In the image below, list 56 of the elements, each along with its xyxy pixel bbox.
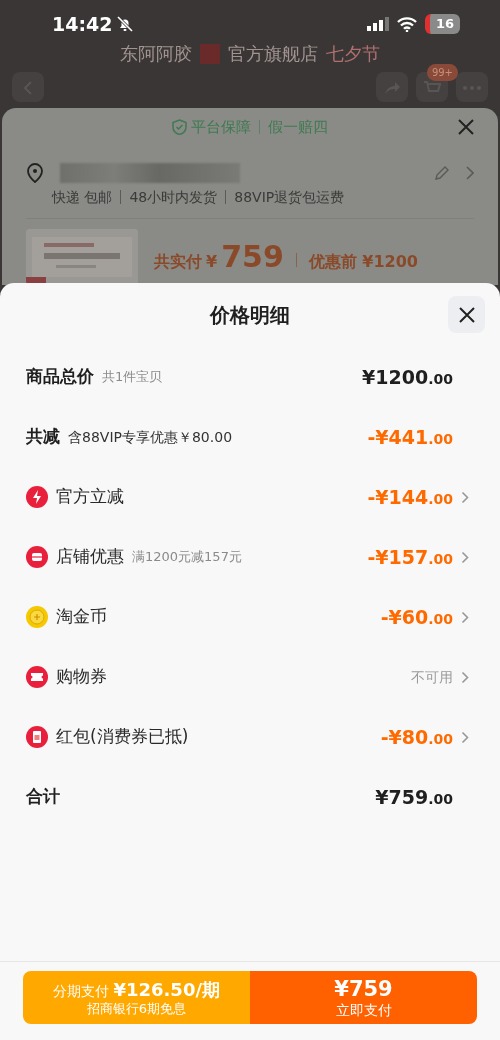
count-badge: 99+ (426, 64, 458, 81)
seal-icon (200, 43, 220, 64)
sheet-title: 价格明细 (210, 302, 290, 329)
price-amount: ¥759.00 (375, 784, 453, 810)
installment-button[interactable]: 分期支付 ¥126.50/期 招商银行6期免息 (23, 971, 250, 1024)
more-button[interactable] (456, 72, 488, 102)
coin-icon (26, 606, 48, 628)
row-label: 共减 (26, 425, 60, 449)
paid-label: 共实付 (154, 251, 202, 273)
close-button[interactable] (448, 296, 485, 333)
status-text: 不可用 (411, 667, 453, 687)
shipping-tag: 88VIP退货包运费 (234, 186, 345, 208)
price-amount: -¥80.00 (380, 724, 453, 750)
shop-icon (26, 546, 48, 568)
guarantee-note: 假一赔四 (268, 117, 328, 138)
close-icon (458, 119, 474, 136)
location-pin-icon (26, 162, 44, 183)
row-label: 店铺优惠 (56, 545, 124, 569)
share-button[interactable] (376, 72, 408, 102)
row-label: 合计 (26, 785, 60, 809)
envelope-icon (26, 726, 48, 748)
row-note: 满1200元减157元 (132, 548, 242, 567)
shipping-tag: 快递 包邮 (52, 186, 113, 208)
row-note: 含88VIP专享优惠￥80.00 (68, 427, 233, 447)
wifi-icon (396, 16, 417, 32)
paid-amount: 759 (221, 238, 284, 276)
back-button[interactable] (12, 72, 44, 102)
pay-button[interactable]: ¥759 立即支付 (250, 971, 477, 1024)
signal-icon (366, 17, 389, 31)
price-amount: -¥441.00 (367, 424, 453, 450)
battery-indicator: 16 (424, 14, 460, 34)
row-label: 红包(消费券已抵) (56, 725, 189, 749)
price-amount: -¥157.00 (367, 544, 453, 570)
row-label: 购物券 (56, 665, 107, 689)
shield-icon (172, 119, 187, 136)
row-label: 淘金币 (56, 605, 107, 629)
pencil-icon (434, 164, 450, 181)
close-icon (458, 307, 475, 323)
festival-label: 七夕节 (326, 42, 380, 66)
price-amount: -¥144.00 (367, 484, 453, 510)
store-name: 官方旗舰店 (228, 42, 318, 66)
shipping-tag: 48小时内发货 (129, 186, 218, 208)
lightning-icon (26, 486, 48, 508)
currency-sign: ¥ (206, 251, 218, 273)
bell-off-icon (116, 15, 135, 33)
guarantee-label: 平台保障 (191, 117, 251, 138)
original-price: 优惠前 ¥1200 (308, 251, 418, 273)
price-amount: -¥60.00 (380, 604, 453, 630)
price-amount: ¥1200.00 (362, 364, 453, 390)
ticket-icon (26, 666, 48, 688)
brand-name: 东阿阿胶 (120, 42, 192, 66)
row-label: 官方立减 (56, 485, 124, 509)
row-note: 共1件宝贝 (102, 368, 163, 387)
chevron-icon (466, 165, 474, 180)
row-label: 商品总价 (26, 365, 94, 389)
clock: 14:42 (52, 11, 113, 37)
